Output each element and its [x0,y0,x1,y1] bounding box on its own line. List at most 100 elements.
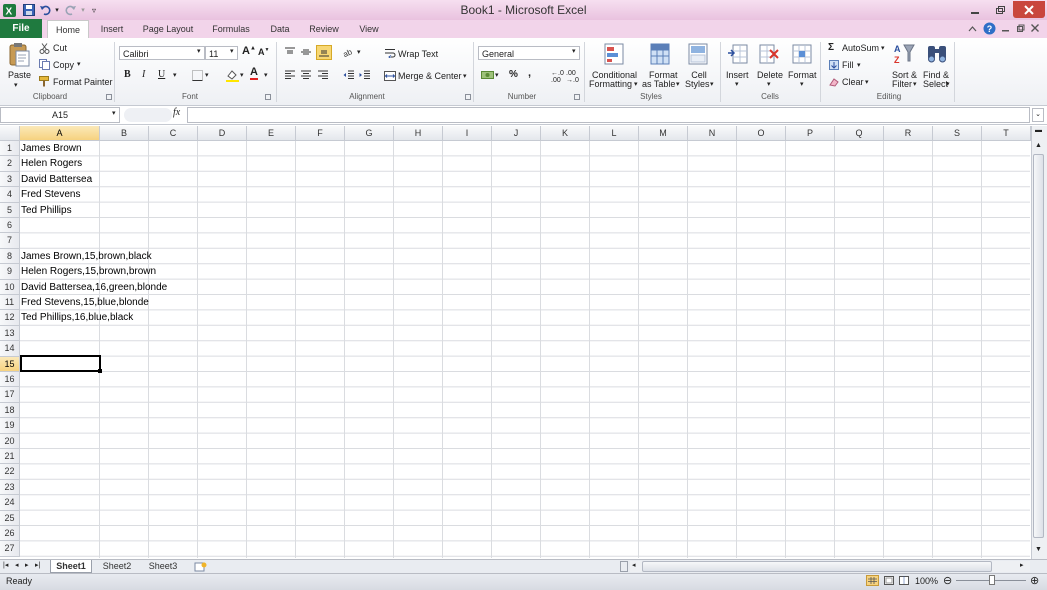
conditional-formatting-icon[interactable] [603,41,627,67]
column-header-d[interactable]: D [198,126,247,141]
row-header-20[interactable]: 20 [0,433,20,449]
increase-decimal-icon[interactable]: ←.0.00 [551,70,564,84]
row-header-14[interactable]: 14 [0,341,20,357]
page-layout-view-icon[interactable] [882,575,895,586]
minimize-icon[interactable] [965,3,985,17]
column-header-l[interactable]: L [590,126,639,141]
merge-center-dropdown-icon[interactable]: ▾ [463,72,467,80]
cut-icon[interactable] [38,42,50,54]
wrap-text-button[interactable]: Wrap Text [398,49,438,59]
underline-dropdown-icon[interactable]: ▾ [173,71,177,79]
alignment-launcher-icon[interactable] [465,94,471,100]
tab-formulas[interactable]: Formulas [205,20,257,38]
column-header-e[interactable]: E [247,126,296,141]
formula-input[interactable] [187,107,1030,123]
cell-styles-line2[interactable]: Styles [685,79,710,89]
tab-view[interactable]: View [351,20,387,38]
horizontal-scroll-thumb[interactable] [642,561,992,572]
row-header-11[interactable]: 11 [0,295,20,311]
row-header-4[interactable]: 4 [0,187,20,203]
column-header-a[interactable]: A [20,126,100,141]
autosum-button[interactable]: AutoSum [842,43,879,53]
prev-sheet-icon[interactable]: ◂ [15,561,19,569]
row-header-23[interactable]: 23 [0,479,20,496]
find-select-icon[interactable] [925,41,949,67]
row-header-3[interactable]: 3 [0,171,20,188]
column-header-s[interactable]: S [933,126,982,141]
fill-button[interactable]: Fill [842,60,854,70]
sheet-tab-sheet3[interactable]: Sheet3 [142,560,184,573]
italic-icon[interactable]: I [142,69,145,80]
accounting-dropdown-icon[interactable]: ▾ [495,71,499,79]
scroll-down-icon[interactable]: ▼ [1033,546,1044,556]
align-left-icon[interactable] [283,69,296,81]
format-cells-dropdown-icon[interactable]: ▾ [800,80,804,88]
fill-handle[interactable] [98,369,102,373]
row-header-6[interactable]: 6 [0,218,20,234]
cell-a5[interactable]: Ted Phillips [21,205,72,216]
find-select-line2[interactable]: Select [923,79,948,89]
row-header-15[interactable]: 15 [0,356,20,372]
name-box[interactable]: A15 [0,107,120,123]
tab-data[interactable]: Data [263,20,297,38]
find-select-dropdown-icon[interactable]: ▾ [946,80,950,88]
fill-icon[interactable] [828,59,839,70]
tab-home[interactable]: Home [47,20,89,39]
row-header-8[interactable]: 8 [0,248,20,265]
comma-style-icon[interactable]: , [528,67,531,79]
cell-a8[interactable]: James Brown,15,brown,black [21,251,152,262]
format-cells-button[interactable]: Format [788,70,817,80]
sort-filter-dropdown-icon[interactable]: ▾ [913,80,917,88]
zoom-out-icon[interactable]: ⊖ [943,574,952,587]
align-center-icon[interactable] [299,69,312,81]
row-header-24[interactable]: 24 [0,495,20,511]
paste-dropdown-icon[interactable]: ▾ [14,81,18,89]
font-name-combo[interactable]: Calibri [119,46,205,60]
font-launcher-icon[interactable] [265,94,271,100]
tab-review[interactable]: Review [303,20,345,38]
format-painter-button[interactable]: Format Painter [53,77,113,87]
zoom-level[interactable]: 100% [915,576,938,586]
column-header-j[interactable]: J [492,126,541,141]
font-color-icon[interactable]: A [250,67,258,80]
copy-icon[interactable] [38,58,50,70]
row-header-5[interactable]: 5 [0,202,20,218]
row-header-22[interactable]: 22 [0,464,20,480]
copy-dropdown-icon[interactable]: ▾ [77,60,81,68]
cell-a3[interactable]: David Battersea [21,174,92,185]
help-icon[interactable]: ? [982,21,996,35]
row-header-19[interactable]: 19 [0,418,20,434]
align-middle-icon[interactable] [299,46,312,58]
format-as-table-icon[interactable] [649,41,673,67]
font-color-dropdown-icon[interactable]: ▾ [264,71,268,79]
bold-icon[interactable]: B [124,69,131,80]
decrease-indent-icon[interactable] [342,69,355,81]
tab-insert[interactable]: Insert [93,20,131,38]
format-painter-icon[interactable] [38,75,50,87]
merge-center-button[interactable]: Merge & Center [398,71,462,81]
merge-center-icon[interactable] [383,70,396,81]
minimize-ribbon-icon[interactable] [965,22,979,36]
formula-bar-resize-handle[interactable] [124,108,172,122]
paste-button[interactable]: Paste [8,70,31,80]
row-header-7[interactable]: 7 [0,233,20,249]
next-sheet-icon[interactable]: ▸ [25,561,29,569]
row-header-27[interactable]: 27 [0,541,20,557]
number-launcher-icon[interactable] [574,94,580,100]
row-header-25[interactable]: 25 [0,510,20,526]
close-icon[interactable] [1013,1,1045,18]
zoom-slider-thumb[interactable] [989,575,995,585]
scroll-left-icon[interactable]: ◂ [632,561,636,569]
number-format-dropdown-icon[interactable]: ▾ [572,47,576,55]
column-header-q[interactable]: Q [835,126,884,141]
autosum-dropdown-icon[interactable]: ▾ [881,44,885,52]
cut-button[interactable]: Cut [53,43,67,53]
format-as-table-dropdown-icon[interactable]: ▾ [676,80,680,88]
format-as-table-line2[interactable]: as Table [642,79,675,89]
cell-a1[interactable]: James Brown [21,143,82,154]
cell-styles-dropdown-icon[interactable]: ▾ [710,80,714,88]
zoom-in-icon[interactable]: ⊕ [1030,574,1039,587]
row-header-9[interactable]: 9 [0,264,20,280]
column-header-g[interactable]: G [345,126,394,141]
column-header-i[interactable]: I [443,126,492,141]
